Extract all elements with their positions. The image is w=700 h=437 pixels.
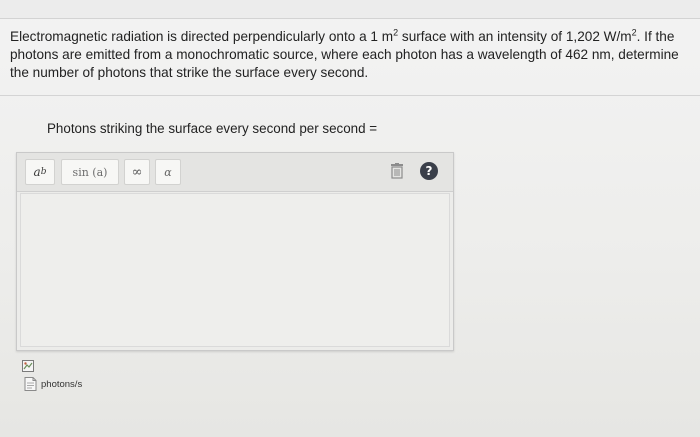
infinity-button[interactable]: ∞ [124,159,150,185]
exponent-button[interactable]: ab [25,159,55,185]
editor-toolbar: ab sin (a) ∞ α ? [17,153,453,192]
top-strip [0,0,700,18]
answer-input[interactable] [20,193,450,347]
trash-icon[interactable] [390,163,404,179]
answer-prompt: Photons striking the surface every secon… [47,121,378,136]
math-editor: ab sin (a) ∞ α ? [16,152,454,351]
question-text: Electromagnetic radiation is directed pe… [10,27,679,80]
section-divider [0,95,700,96]
sin-button[interactable]: sin (a) [61,159,119,185]
broken-image-icon [22,360,34,372]
top-divider [0,18,700,19]
greek-letter-button[interactable]: α [155,159,181,185]
unit-row: photons/s [24,377,82,391]
help-icon[interactable]: ? [420,162,438,180]
file-icon [24,377,37,391]
unit-label: photons/s [41,378,83,390]
